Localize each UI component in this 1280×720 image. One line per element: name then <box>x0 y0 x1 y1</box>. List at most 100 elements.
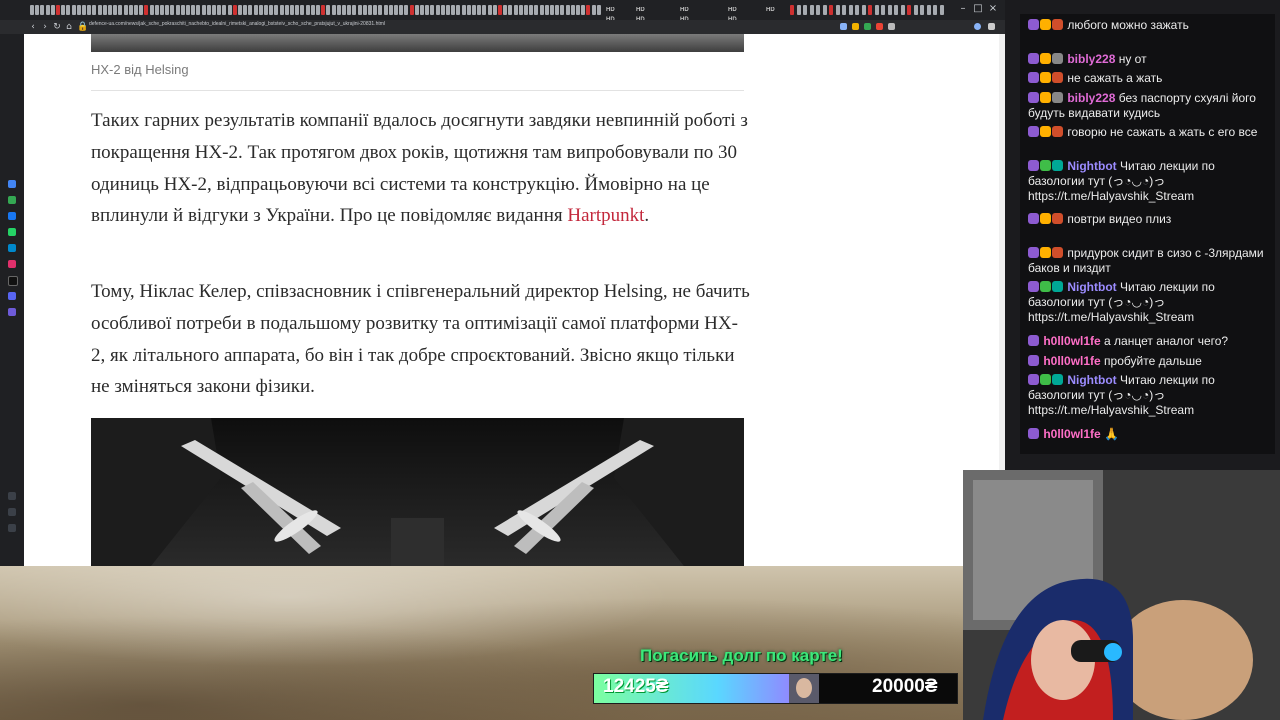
telegram-icon[interactable] <box>8 244 16 252</box>
browser-tab[interactable] <box>310 5 315 15</box>
hartpunkt-link[interactable]: Hartpunkt <box>567 205 644 226</box>
browser-tab[interactable] <box>134 5 138 15</box>
browser-tab[interactable] <box>816 5 820 15</box>
browser-tab[interactable] <box>835 5 840 15</box>
profile-avatar-icon[interactable] <box>974 23 981 30</box>
browser-tab[interactable] <box>576 5 580 15</box>
browser-tab[interactable] <box>881 5 885 15</box>
browser-tab[interactable] <box>71 5 76 15</box>
chat-username[interactable]: Nightbot <box>1067 373 1116 387</box>
browser-tab[interactable] <box>368 5 372 15</box>
browser-tab[interactable] <box>809 5 814 15</box>
browser-tab[interactable] <box>331 5 336 15</box>
browser-tab[interactable] <box>248 5 253 15</box>
browser-tab[interactable] <box>508 5 513 15</box>
chat-username[interactable]: h0ll0wl1fe <box>1043 427 1100 441</box>
browser-tab[interactable] <box>180 5 185 15</box>
browser-tab[interactable] <box>258 5 263 15</box>
browser-tab[interactable] <box>238 5 242 15</box>
browser-tab[interactable] <box>894 5 898 15</box>
browser-tab[interactable] <box>414 5 419 15</box>
x-icon[interactable] <box>8 276 18 286</box>
browser-tab[interactable] <box>232 5 237 15</box>
chat-username[interactable]: Nightbot <box>1067 280 1116 294</box>
browser-tab[interactable] <box>920 5 924 15</box>
browser-tab[interactable] <box>466 5 471 15</box>
browser-tab[interactable] <box>66 5 71 15</box>
browser-tab[interactable] <box>472 5 476 15</box>
browser-tab[interactable] <box>102 5 107 15</box>
browser-tab[interactable] <box>874 5 879 15</box>
browser-tab[interactable] <box>425 5 430 15</box>
chat-username[interactable]: bibly228 <box>1067 52 1115 66</box>
extension-icon[interactable] <box>888 23 895 30</box>
browser-tab[interactable] <box>212 5 216 15</box>
browser-tab[interactable] <box>544 5 549 15</box>
browser-tab[interactable] <box>30 5 34 15</box>
browser-tab[interactable] <box>492 5 497 15</box>
browser-tab[interactable] <box>40 5 45 15</box>
browser-tab[interactable] <box>555 5 560 15</box>
browser-tab[interactable] <box>524 5 528 15</box>
browser-tab[interactable] <box>108 5 112 15</box>
browser-tab[interactable] <box>264 5 268 15</box>
browser-tab[interactable] <box>596 5 601 15</box>
browser-tab[interactable] <box>123 5 128 15</box>
browser-tab[interactable] <box>76 5 81 15</box>
url-text[interactable]: defence-ua.com/news/jak_sche_pokraschiti… <box>89 21 385 33</box>
browser-tab[interactable] <box>300 5 305 15</box>
browser-tab[interactable] <box>206 5 211 15</box>
browser-tab[interactable] <box>829 5 833 15</box>
maximize-button[interactable]: □ <box>973 3 983 15</box>
browser-tab[interactable]: HD HD <box>728 5 742 20</box>
browser-tab[interactable] <box>87 5 92 15</box>
browser-tab[interactable]: HD HD HD <box>680 5 694 20</box>
home-icon[interactable]: ⌂ <box>64 21 74 33</box>
browser-tab[interactable] <box>316 5 320 15</box>
extension-icon[interactable] <box>852 23 859 30</box>
browser-tab[interactable] <box>399 5 404 15</box>
browser-tab[interactable] <box>352 5 357 15</box>
browser-tab[interactable] <box>855 5 859 15</box>
chat-username[interactable]: h0ll0wl1fe <box>1043 334 1100 348</box>
extension-icon[interactable] <box>876 23 883 30</box>
browser-tab[interactable] <box>586 5 591 15</box>
browser-tab[interactable] <box>321 5 326 15</box>
browser-tab[interactable] <box>92 5 97 15</box>
browser-tab[interactable] <box>139 5 144 15</box>
browser-tab[interactable] <box>560 5 565 15</box>
browser-tab[interactable] <box>165 5 170 15</box>
minimize-button[interactable]: – <box>958 3 968 15</box>
browser-tab[interactable] <box>113 5 118 15</box>
browser-tab[interactable] <box>201 5 206 15</box>
browser-tab[interactable] <box>913 5 918 15</box>
browser-tab[interactable] <box>907 5 911 15</box>
browser-tab[interactable] <box>487 5 492 15</box>
back-icon[interactable]: ‹ <box>28 21 38 33</box>
browser-tab[interactable] <box>900 5 905 15</box>
browser-tab[interactable] <box>284 5 289 15</box>
close-button[interactable]: × <box>988 3 998 15</box>
browser-tab[interactable] <box>861 5 866 15</box>
browser-tab[interactable] <box>887 5 892 15</box>
browser-tab[interactable] <box>430 5 435 15</box>
browser-tab[interactable] <box>82 5 86 15</box>
browser-tab[interactable] <box>513 5 518 15</box>
browser-tab[interactable] <box>926 5 931 15</box>
browser-tab[interactable] <box>144 5 149 15</box>
browser-tab[interactable] <box>383 5 388 15</box>
chat-username[interactable]: h0ll0wl1fe <box>1043 354 1100 368</box>
browser-tab[interactable] <box>35 5 40 15</box>
browser-tab[interactable] <box>378 5 383 15</box>
browser-tab[interactable] <box>482 5 487 15</box>
browser-tab[interactable] <box>790 5 794 15</box>
browser-tab[interactable] <box>518 5 523 15</box>
browser-tab[interactable] <box>227 5 232 15</box>
browser-tab[interactable]: HD HD <box>636 5 650 20</box>
browser-tab[interactable] <box>404 5 409 15</box>
browser-tab[interactable] <box>305 5 310 15</box>
reload-icon[interactable]: ↻ <box>52 21 62 33</box>
sidebar-app-icon[interactable] <box>8 308 16 316</box>
browser-tab[interactable] <box>357 5 362 15</box>
sidebar-app-icon[interactable] <box>8 196 16 204</box>
